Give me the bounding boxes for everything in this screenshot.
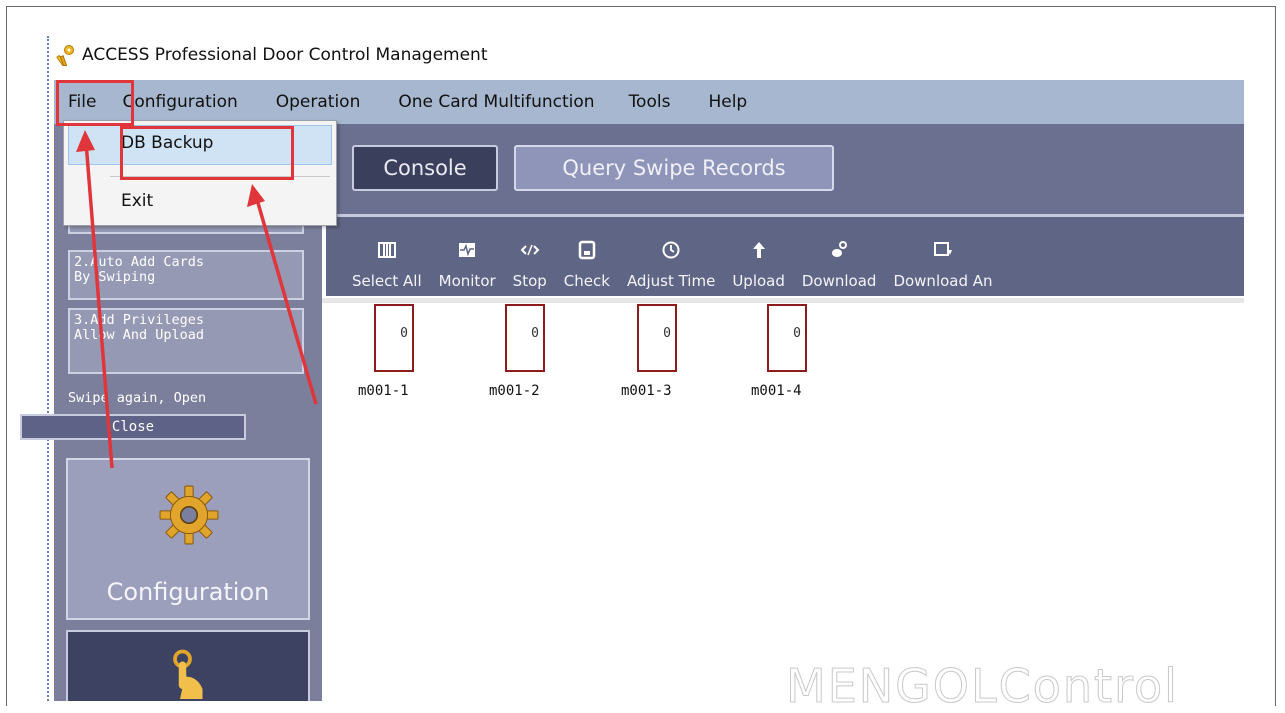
hand-pointer-icon	[173, 649, 203, 699]
download-icon	[832, 241, 848, 257]
door-icon[interactable]: 0	[767, 304, 807, 372]
door-value: 0	[793, 326, 801, 341]
annotation-box-file	[56, 80, 134, 126]
adjust-time-button[interactable]: Adjust Time	[627, 240, 715, 290]
door-icon[interactable]: 0	[637, 304, 677, 372]
dotted-window-edge	[47, 36, 49, 701]
door-value: 0	[400, 326, 408, 341]
step3-label: 3.Add Privileges Allow And Upload	[70, 310, 302, 346]
upload-button[interactable]: Upload	[732, 240, 785, 290]
sidebar-step2-button[interactable]: 2.Auto Add Cards By Swiping	[68, 250, 304, 300]
menu-tools[interactable]: Tools	[629, 92, 671, 112]
download-label: Download	[801, 272, 877, 290]
monitor-label: Monitor	[438, 272, 496, 290]
download-and-label: Download An	[893, 272, 993, 290]
door-icon[interactable]: 0	[505, 304, 545, 372]
keys-icon	[56, 45, 74, 66]
check-icon	[578, 240, 596, 260]
configuration-label: Configuration	[106, 578, 270, 606]
door-label: m001-2	[489, 383, 540, 399]
door-label: m001-3	[621, 383, 672, 399]
close-button[interactable]: Close	[20, 414, 246, 440]
sidebar-step3-button[interactable]: 3.Add Privileges Allow And Upload	[68, 308, 304, 374]
menu-configuration[interactable]: Configuration	[122, 92, 237, 112]
select-all-button[interactable]: Select All	[352, 240, 422, 290]
check-label: Check	[563, 272, 610, 290]
toolbar: Select All Monitor Stop Check Adjust Tim…	[326, 214, 1244, 296]
download-button[interactable]: Download	[801, 240, 877, 290]
step2-line2: By Swiping	[74, 269, 156, 285]
menu-item-exit[interactable]: Exit	[121, 191, 153, 211]
download-and-button[interactable]: Download An	[893, 240, 993, 290]
stop-icon	[520, 244, 540, 256]
select-all-label: Select All	[352, 272, 422, 290]
monitor-icon	[459, 243, 476, 257]
configuration-panel-button[interactable]: Configuration	[66, 458, 310, 620]
download-and-icon	[933, 242, 952, 256]
menu-operation[interactable]: Operation	[276, 92, 361, 112]
step3-line1: 3.Add Privileges	[74, 312, 205, 328]
step2-line1: 2.Auto Add Cards	[74, 254, 205, 270]
stop-label: Stop	[512, 272, 547, 290]
swipe-again-text: Swipe again, Open	[68, 390, 207, 406]
menu-help[interactable]: Help	[708, 92, 747, 112]
select-all-icon	[377, 242, 396, 258]
annotation-box-db-backup	[120, 126, 294, 180]
door-icon[interactable]: 0	[374, 304, 414, 372]
tab-query-swipe-records[interactable]: Query Swipe Records	[514, 145, 834, 191]
title-bar: ACCESS Professional Door Control Managem…	[54, 40, 488, 70]
clock-icon	[662, 241, 680, 259]
door-value: 0	[531, 326, 539, 341]
menu-bar: File Configuration Operation One Card Mu…	[54, 80, 1244, 124]
tab-console[interactable]: Console	[352, 145, 498, 191]
door-value: 0	[663, 326, 671, 341]
upload-label: Upload	[732, 272, 785, 290]
check-button[interactable]: Check	[564, 240, 610, 290]
door-label: m001-1	[358, 383, 409, 399]
door-label: m001-4	[751, 383, 802, 399]
adjust-time-label: Adjust Time	[626, 272, 716, 290]
window-title: ACCESS Professional Door Control Managem…	[82, 45, 488, 65]
upload-icon	[752, 242, 765, 258]
toolbar-divider	[322, 298, 1244, 303]
gear-icon	[159, 485, 219, 545]
menu-one-card-multifunction[interactable]: One Card Multifunction	[398, 92, 594, 112]
stop-button[interactable]: Stop	[513, 240, 547, 290]
watermark: MENGOLControl	[786, 659, 1179, 713]
step3-line2: Allow And Upload	[74, 327, 205, 343]
operation-panel-button[interactable]	[66, 630, 310, 701]
step2-label: 2.Auto Add Cards By Swiping	[70, 252, 302, 288]
monitor-button[interactable]: Monitor	[439, 240, 496, 290]
